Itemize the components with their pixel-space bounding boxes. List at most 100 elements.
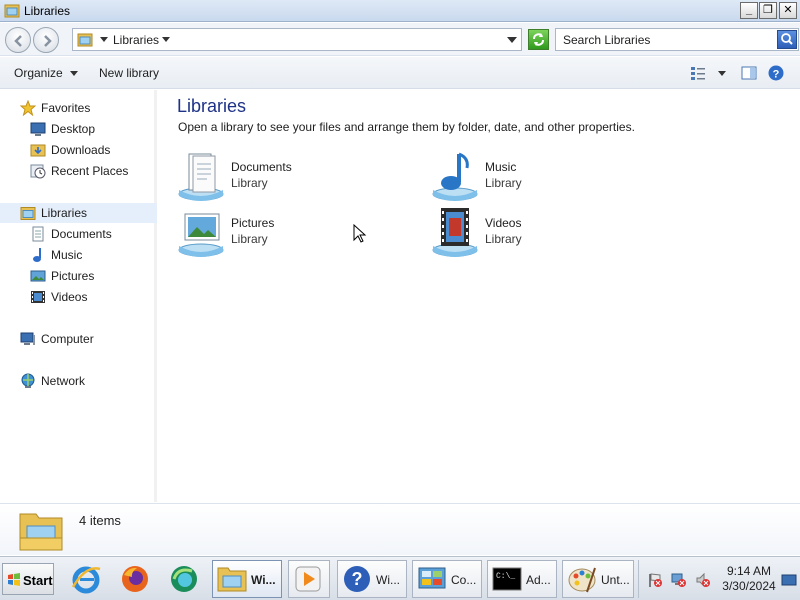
library-pictures[interactable]: Pictures Library [177, 208, 407, 258]
breadcrumb-dropdown-icon[interactable] [162, 37, 170, 42]
computer-icon [20, 332, 35, 345]
nav-network[interactable]: Network [20, 371, 150, 391]
libraries-icon [77, 33, 93, 47]
details-pane: 4 items [0, 503, 800, 555]
address-history-dropdown-icon[interactable] [507, 37, 517, 43]
library-music[interactable]: Music Library [431, 152, 661, 202]
system-tray: 9:14 AM 3/30/2024 [638, 560, 798, 598]
library-documents[interactable]: Documents Library [177, 152, 407, 202]
svg-text:?: ? [352, 569, 363, 589]
nav-item-recent-places[interactable]: Recent Places [30, 161, 150, 181]
recent-places-icon [30, 164, 46, 179]
preview-pane-icon[interactable] [741, 65, 757, 81]
chevron-down-icon [69, 71, 78, 77]
nav-favorites[interactable]: Favorites [20, 98, 150, 118]
clock-time: 9:14 AM [726, 564, 772, 578]
taskbar-button-control-panel[interactable]: Co... [412, 560, 482, 598]
library-kind: Library [231, 232, 268, 246]
star-icon [20, 100, 36, 116]
search-button[interactable] [777, 30, 797, 49]
pictures-icon [30, 270, 46, 282]
forward-button[interactable] [33, 27, 59, 53]
address-row: Libraries [0, 23, 800, 56]
libraries-icon [19, 513, 63, 551]
nav-item-pictures[interactable]: Pictures [30, 266, 150, 286]
taskbar-button-libraries[interactable]: Wi... [212, 560, 282, 598]
clock-date: 3/30/2024 [722, 579, 776, 593]
arrow-right-icon [44, 35, 52, 47]
page-title: Libraries [177, 96, 247, 116]
search-input[interactable] [557, 30, 775, 49]
library-name: Documents [231, 160, 292, 174]
taskbar-button-paint[interactable]: Unt... [562, 560, 634, 598]
change-view-icon[interactable] [690, 65, 706, 81]
content-pane: Libraries Open a library to see your fil… [160, 90, 800, 502]
taskbar-button-media-player[interactable] [288, 560, 330, 598]
taskbar: Start Wi... ? Wi... Co... C:\_ Ad... Unt… [0, 556, 800, 600]
documents-library-icon [178, 153, 224, 201]
title-bar[interactable]: Libraries _ ❐ ✕ [0, 0, 800, 22]
back-button[interactable] [5, 27, 31, 53]
svg-text:?: ? [773, 69, 780, 81]
action-center-flag-icon[interactable] [647, 572, 663, 588]
start-button[interactable]: Start [2, 563, 54, 595]
paint-icon [568, 567, 596, 593]
library-kind: Library [485, 232, 522, 246]
refresh-button[interactable] [528, 29, 549, 50]
show-desktop-icon[interactable] [781, 572, 797, 588]
breadcrumb-libraries[interactable]: Libraries [113, 33, 159, 47]
windows-logo-icon [8, 573, 20, 586]
nav-item-documents[interactable]: Documents [30, 224, 150, 244]
nav-item-desktop[interactable]: Desktop [30, 119, 150, 139]
nav-item-music[interactable]: Music [30, 245, 150, 265]
videos-library-icon [432, 208, 478, 257]
music-library-icon [432, 152, 478, 201]
window-title: Libraries [24, 4, 71, 18]
close-button[interactable]: ✕ [779, 2, 797, 19]
nav-computer[interactable]: Computer [20, 329, 150, 349]
library-name: Music [485, 160, 517, 174]
library-videos[interactable]: Videos Library [431, 208, 661, 258]
organize-label: Organize [14, 66, 63, 80]
taskbar-button-help[interactable]: ? Wi... [337, 560, 407, 598]
libraries-folder-icon [217, 567, 247, 592]
libraries-icon [4, 4, 20, 18]
restore-button[interactable]: ❐ [759, 2, 777, 19]
control-panel-icon [418, 567, 446, 589]
firefox-icon[interactable] [119, 563, 151, 595]
chevron-down-icon[interactable] [100, 37, 108, 42]
music-icon [33, 248, 41, 262]
view-options-chevron-icon[interactable] [718, 71, 726, 76]
network-icon [21, 373, 35, 388]
pictures-library-icon [178, 213, 224, 257]
new-library-button[interactable]: New library [99, 66, 159, 80]
taskbar-button-command-prompt[interactable]: C:\_ Ad... [487, 560, 557, 598]
item-count: 4 items [79, 513, 121, 528]
internet-explorer-icon[interactable] [70, 563, 102, 595]
page-subtitle: Open a library to see your files and arr… [178, 120, 635, 134]
help-icon[interactable]: ? [768, 65, 784, 81]
videos-icon [31, 291, 45, 303]
nav-libraries[interactable]: Libraries [0, 203, 157, 223]
nav-item-videos[interactable]: Videos [30, 287, 150, 307]
edge-icon[interactable] [168, 563, 200, 595]
desktop-icon [30, 122, 46, 136]
clock[interactable]: 9:14 AM 3/30/2024 [717, 564, 781, 594]
search-box[interactable] [555, 28, 799, 51]
network-status-icon[interactable] [671, 572, 687, 588]
library-kind: Library [485, 176, 522, 190]
refresh-icon [533, 33, 544, 46]
mouse-cursor-icon [353, 224, 367, 243]
organize-button[interactable]: Organize [14, 66, 78, 80]
search-icon [781, 33, 793, 45]
library-name: Videos [485, 216, 522, 230]
arrow-left-icon [14, 35, 22, 47]
nav-item-downloads[interactable]: Downloads [30, 140, 150, 160]
address-bar[interactable]: Libraries [72, 28, 522, 51]
svg-text:C:\_: C:\_ [496, 572, 515, 581]
navigation-pane: Favorites Desktop Downloads Recent Place… [0, 90, 157, 502]
minimize-button[interactable]: _ [740, 2, 758, 19]
help-icon: ? [344, 566, 370, 592]
volume-muted-icon[interactable] [695, 572, 711, 588]
library-kind: Library [231, 176, 268, 190]
